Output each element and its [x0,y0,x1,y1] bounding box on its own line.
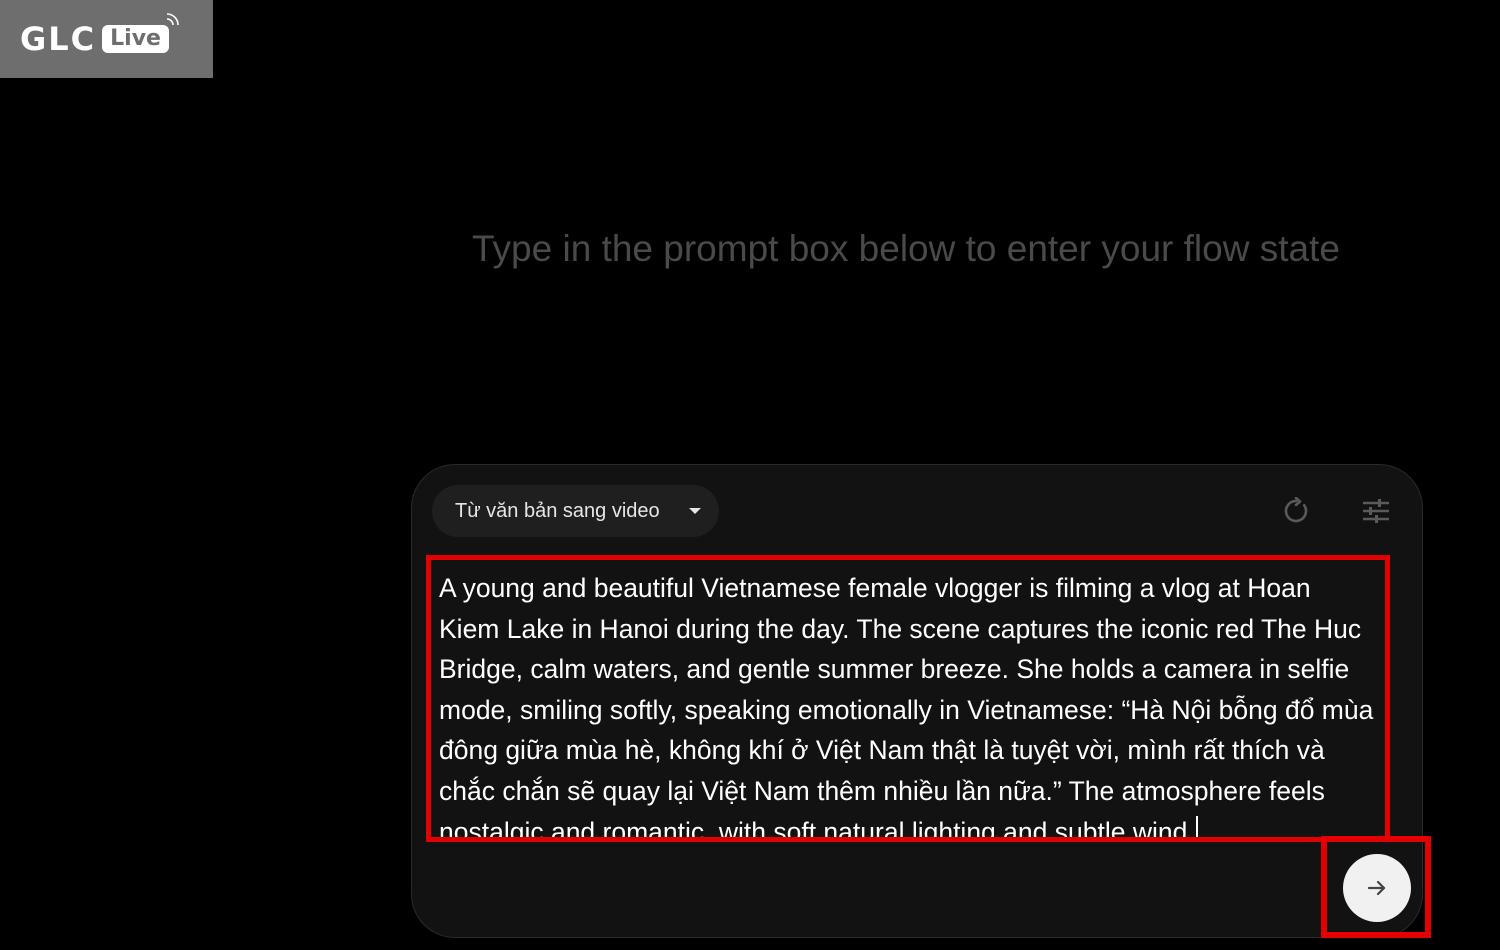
app-page: GLC Live Type in the prompt box below to… [0,0,1500,950]
prompt-textarea[interactable]: A young and beautiful Vietnamese female … [426,555,1390,842]
tune-settings-icon[interactable] [1358,493,1394,529]
send-button[interactable] [1343,854,1411,922]
page-heading: Type in the prompt box below to enter yo… [472,228,1340,269]
prompt-box: Từ văn bản sang video A young and beauti… [411,464,1431,938]
logo-live-badge: Live [102,13,179,53]
text-cursor [1195,815,1198,837]
arrow-right-icon [1367,880,1386,896]
prompt-text: A young and beautiful Vietnamese female … [439,573,1381,842]
mode-dropdown-label: Từ văn bản sang video [455,499,660,522]
chevron-down-icon [689,508,701,514]
logo-brand: GLC [20,20,97,58]
broadcast-icon [166,13,179,26]
mode-dropdown[interactable]: Từ văn bản sang video [432,485,719,537]
watermark-logo: GLC Live [0,0,213,78]
logo-live-text: Live [110,26,161,51]
refresh-icon[interactable] [1278,493,1314,529]
